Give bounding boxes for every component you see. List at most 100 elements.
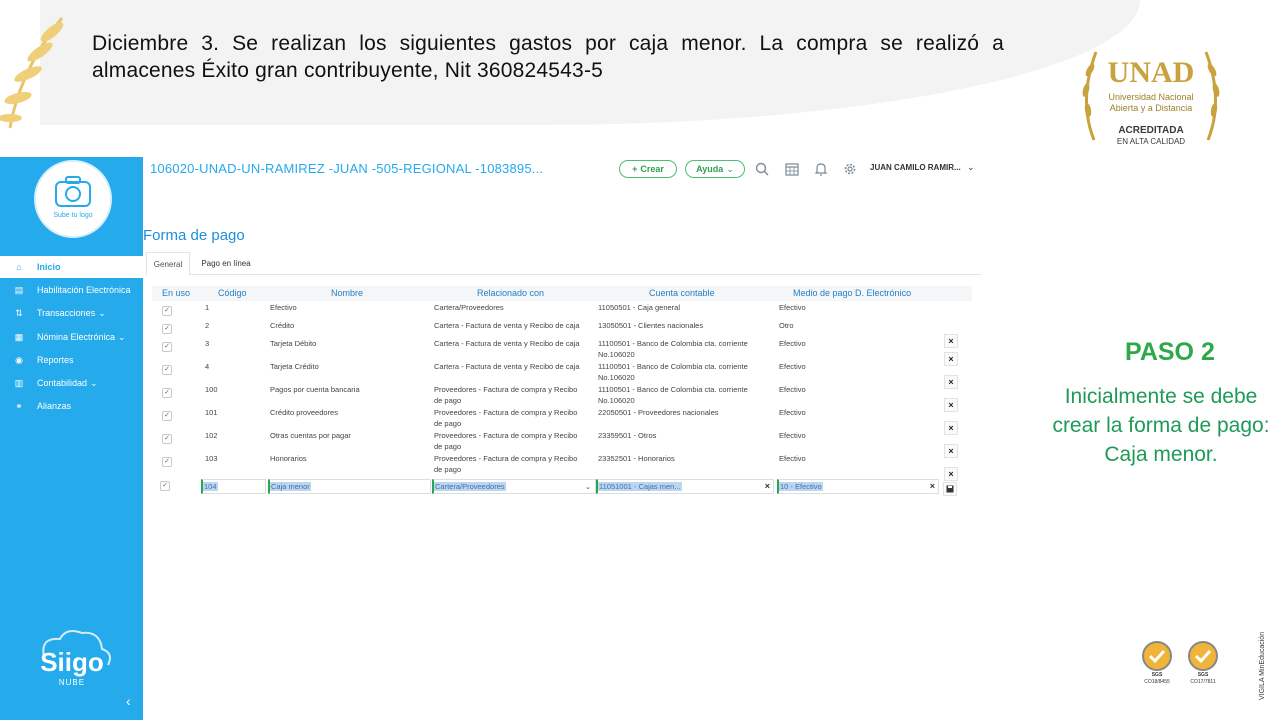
in-use-checkbox[interactable]: ✓ bbox=[162, 434, 172, 444]
tab-online-payment[interactable]: Pago en línea bbox=[198, 252, 254, 274]
cert-code-2: CO17/7811 bbox=[1190, 679, 1215, 685]
step-description: Inicialmente se debe crear la forma de p… bbox=[1052, 385, 1270, 466]
in-use-checkbox[interactable]: ✓ bbox=[162, 365, 172, 375]
row-account: 22050501 - Proveedores nacionales bbox=[598, 408, 719, 417]
delete-row-icon[interactable]: × bbox=[944, 467, 958, 481]
cert-code-1: CO18/8455 bbox=[1144, 679, 1170, 685]
account-select[interactable]: 11051001 - Cajas men... × bbox=[596, 479, 774, 494]
row-name: Tarjeta Débito bbox=[270, 339, 317, 348]
calendar-icon[interactable] bbox=[785, 162, 799, 176]
transactions-icon: ⇅ bbox=[15, 308, 23, 318]
delete-row-icon[interactable]: × bbox=[944, 352, 958, 366]
row-name: Crédito proveedores bbox=[270, 408, 338, 417]
row-payment-medium: Efectivo bbox=[779, 303, 806, 312]
row-payment-medium: Efectivo bbox=[779, 454, 806, 463]
sidebar-item-label: Transacciones bbox=[37, 308, 96, 318]
bell-icon[interactable] bbox=[814, 162, 828, 176]
help-button[interactable]: Ayuda ⌄ bbox=[685, 160, 745, 178]
related-select[interactable]: Cartera/Proveedores ⌄ bbox=[432, 479, 596, 494]
row-account: No.106020 bbox=[598, 350, 635, 359]
in-use-checkbox[interactable]: ✓ bbox=[162, 306, 172, 316]
in-use-checkbox[interactable]: ✓ bbox=[162, 324, 172, 334]
row-code: 103 bbox=[205, 454, 218, 463]
column-header-related: Relacionado con bbox=[477, 288, 545, 298]
column-header-code: Código bbox=[218, 288, 247, 298]
sidebar-item-2[interactable]: ⇅ Transacciones ⌄ bbox=[0, 302, 143, 324]
row-related: de pago bbox=[434, 419, 462, 428]
delete-row-icon[interactable]: × bbox=[944, 398, 958, 412]
create-button[interactable]: + Crear bbox=[619, 160, 677, 178]
in-use-checkbox[interactable]: ✓ bbox=[160, 481, 170, 491]
accounting-icon: ▥ bbox=[14, 378, 24, 388]
sidebar-item-3[interactable]: ▦ Nómina Electrónica ⌄ bbox=[0, 326, 143, 348]
sidebar-item-4[interactable]: ◉ Reportes bbox=[0, 349, 143, 371]
reports-icon: ◉ bbox=[15, 355, 23, 365]
slide-instruction-text: Diciembre 3. Se realizan los siguientes … bbox=[92, 32, 1004, 82]
row-related: Cartera - Factura de venta y Recibo de c… bbox=[434, 362, 580, 371]
chevron-down-icon: ⌄ bbox=[726, 163, 734, 174]
gear-icon[interactable] bbox=[843, 162, 857, 176]
delete-row-icon[interactable]: × bbox=[944, 421, 958, 435]
tab-general[interactable]: General bbox=[146, 252, 190, 276]
sidebar-item-6[interactable]: ⚭ Alianzas bbox=[0, 395, 143, 417]
row-related: Proveedores - Factura de compra y Recibo bbox=[434, 454, 578, 463]
upload-logo-button[interactable]: Sube tu logo bbox=[34, 160, 112, 238]
step-title: PASO 2 bbox=[1125, 338, 1215, 366]
sidebar-item-label: Reportes bbox=[37, 355, 74, 365]
in-use-checkbox[interactable]: ✓ bbox=[162, 342, 172, 352]
in-use-checkbox[interactable]: ✓ bbox=[162, 411, 172, 421]
name-input[interactable]: Caja menor bbox=[268, 479, 431, 494]
delete-row-icon[interactable]: × bbox=[944, 444, 958, 458]
siigo-app-window: Sube tu logo ⌂ Inicio ▤ Habilitación Electr… bbox=[0, 157, 988, 720]
row-account: 11100501 - Banco de Colombia cta. corrie… bbox=[598, 385, 748, 394]
sidebar-item-0[interactable]: ⌂ Inicio bbox=[0, 256, 143, 278]
row-name: Honorarios bbox=[270, 454, 307, 463]
help-button-label: Ayuda bbox=[696, 164, 724, 174]
payment-medium-select-value: 10 - Efectivo bbox=[779, 482, 823, 491]
clear-account-icon[interactable]: × bbox=[765, 480, 770, 493]
row-related: de pago bbox=[434, 465, 462, 474]
mineducacion-tag: VIGILA MinEducación bbox=[1259, 632, 1266, 700]
user-menu[interactable]: JUAN CAMILO RAMIR... bbox=[870, 163, 961, 172]
row-account: 11050501 - Caja general bbox=[598, 303, 681, 312]
related-select-value: Cartera/Proveedores bbox=[434, 482, 506, 491]
delete-row-icon[interactable]: × bbox=[944, 334, 958, 348]
chevron-down-icon: ⌄ bbox=[90, 377, 98, 388]
column-header-payment-medium: Medio de pago D. Electrónico bbox=[793, 288, 912, 298]
row-name: Crédito bbox=[270, 321, 295, 330]
delete-row-icon[interactable]: × bbox=[944, 375, 958, 389]
row-account: 13050501 - Clientes nacionales bbox=[598, 321, 704, 330]
search-icon[interactable] bbox=[755, 162, 769, 176]
row-related: Cartera - Factura de venta y Recibo de c… bbox=[434, 321, 580, 330]
row-related: Proveedores - Factura de compra y Recibo bbox=[434, 385, 578, 394]
page-title: Forma de pago bbox=[143, 227, 245, 244]
unad-acronym: UNAD bbox=[1108, 56, 1195, 89]
row-code: 4 bbox=[205, 362, 210, 371]
chevron-down-icon[interactable]: ⌄ bbox=[967, 162, 975, 173]
row-related: Proveedores - Factura de compra y Recibo bbox=[434, 431, 578, 440]
collapse-sidebar-icon[interactable]: ‹ bbox=[126, 693, 131, 709]
sidebar-item-5[interactable]: ▥ Contabilidad ⌄ bbox=[0, 372, 143, 394]
sidebar: Sube tu logo ⌂ Inicio ▤ Habilitación Electr… bbox=[0, 157, 143, 720]
chevron-down-icon: ⌄ bbox=[584, 482, 591, 491]
sidebar-item-1[interactable]: ▤ Habilitación Electrónica bbox=[0, 279, 143, 301]
home-icon: ⌂ bbox=[16, 262, 22, 272]
mineducacion-text: VIGILA MinEducación bbox=[1259, 632, 1266, 700]
row-payment-medium: Efectivo bbox=[779, 431, 806, 440]
row-account: 23352501 - Honorarios bbox=[598, 454, 675, 463]
in-use-checkbox[interactable]: ✓ bbox=[162, 457, 172, 467]
chevron-down-icon: ⌄ bbox=[98, 307, 106, 318]
name-input-value: Caja menor bbox=[270, 482, 311, 491]
save-row-icon[interactable] bbox=[943, 482, 957, 496]
row-code: 3 bbox=[205, 339, 210, 348]
payment-medium-select[interactable]: 10 - Efectivo × bbox=[777, 479, 939, 494]
sidebar-item-label: Nómina Electrónica bbox=[37, 332, 116, 342]
in-use-checkbox[interactable]: ✓ bbox=[162, 388, 172, 398]
account-select-value: 11051001 - Cajas men... bbox=[598, 482, 682, 491]
row-code: 102 bbox=[205, 431, 218, 440]
code-input[interactable]: 104 bbox=[201, 479, 266, 494]
clear-medium-icon[interactable]: × bbox=[930, 480, 935, 493]
company-breadcrumb[interactable]: 106020-UNAD-UN-RAMIREZ -JUAN -505-REGION… bbox=[150, 161, 543, 176]
row-account: No.106020 bbox=[598, 396, 635, 405]
row-code: 101 bbox=[205, 408, 218, 417]
